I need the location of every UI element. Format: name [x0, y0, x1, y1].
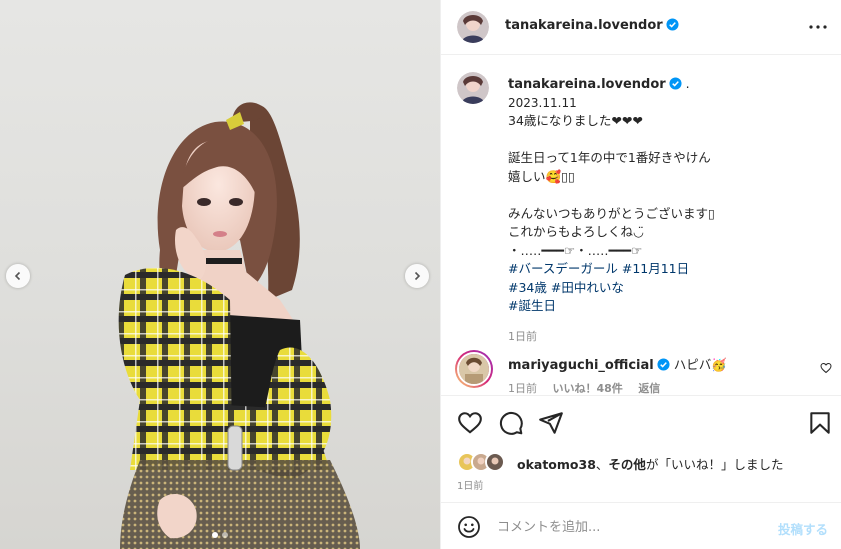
verified-badge-icon — [666, 18, 679, 31]
caption-username[interactable]: tanakareina.lovendor — [508, 77, 666, 92]
caption-line-6: ・‥…━━━☞・‥…━━━☞ — [508, 242, 643, 258]
slide-dot-active — [212, 532, 218, 538]
caption-line-3: 嬉しい🥰▯▯ — [508, 168, 575, 184]
slide-dot — [222, 532, 228, 538]
commenter-username[interactable]: mariyaguchi_official — [508, 358, 654, 373]
hashtag-link[interactable]: #34歳 — [508, 280, 547, 295]
caption-text: tanakareina.lovendor . 2023.11.11 34歳になり… — [508, 75, 808, 346]
heart-icon[interactable] — [457, 410, 483, 436]
liker-username[interactable]: okatomo38 — [517, 457, 596, 472]
hashtag-link[interactable]: #誕生日 — [508, 298, 556, 313]
caption-line-5: これからもよろしくね◡̈ — [508, 224, 644, 239]
comment-icon[interactable] — [498, 410, 524, 436]
commenter-avatar[interactable] — [455, 350, 493, 388]
caption-line-1: 34歳になりました❤︎❤︎❤︎ — [508, 113, 643, 128]
hashtag-link[interactable]: #11月11日 — [622, 261, 689, 276]
hashtag-link[interactable]: #バースデーガール — [508, 261, 618, 276]
bookmark-icon[interactable] — [807, 410, 833, 436]
previous-slide-button[interactable] — [6, 264, 30, 288]
comment-reply-button[interactable]: 返信 — [638, 382, 660, 394]
add-comment-bar: 投稿する — [441, 502, 841, 549]
post-comment-button[interactable]: 投稿する — [778, 519, 828, 538]
post-header: tanakareina.lovendor — [441, 0, 841, 55]
share-icon[interactable] — [538, 410, 564, 436]
chevron-left-icon — [14, 271, 21, 281]
author-avatar[interactable] — [457, 11, 489, 43]
comment-like-count[interactable]: いいね！48件 — [553, 382, 623, 394]
author-username-text[interactable]: tanakareina.lovendor — [505, 18, 663, 33]
emoji-icon[interactable] — [457, 515, 481, 539]
likes-suffix: が「いいね！」しました — [645, 457, 784, 472]
more-horizontal-icon — [809, 25, 827, 29]
chevron-right-icon — [414, 271, 421, 281]
post-detail-panel: tanakareina.lovendor tanakareina.lovendo… — [440, 0, 841, 549]
likes-separator: 、 — [595, 457, 609, 472]
comment-input[interactable] — [497, 515, 757, 539]
likes-summary: okatomo38、その他が「いいね！」しました — [457, 450, 837, 474]
caption-line-2: 誕生日って1年の中で1番好きやけん — [508, 150, 711, 165]
liker-avatars[interactable] — [457, 452, 513, 472]
verified-badge-icon — [669, 77, 682, 90]
post-photo — [118, 102, 360, 549]
caption-line-4: みんないつもありがとうございます▯ — [508, 205, 715, 221]
comment-body: ハピバ🥳 — [673, 357, 727, 372]
comment-like-icon[interactable] — [820, 362, 832, 374]
author-username[interactable]: tanakareina.lovendor — [505, 18, 679, 33]
likes-others-link[interactable]: その他 — [608, 457, 646, 472]
verified-badge-icon — [657, 358, 670, 371]
comments-section[interactable]: tanakareina.lovendor . 2023.11.11 34歳になり… — [441, 56, 841, 394]
post-timestamp[interactable]: 1日前 — [457, 477, 483, 492]
caption-username-suffix: . — [685, 76, 690, 91]
post-media[interactable] — [0, 0, 440, 549]
caption-timestamp[interactable]: 1日前 — [508, 328, 808, 347]
next-slide-button[interactable] — [405, 264, 429, 288]
caption-author-avatar[interactable] — [457, 72, 489, 104]
slide-indicator — [0, 532, 440, 538]
more-options-button[interactable] — [808, 17, 828, 37]
action-bar — [441, 395, 841, 447]
hashtag-link[interactable]: #田中れいな — [551, 280, 624, 295]
caption-date: 2023.11.11 — [508, 95, 577, 110]
comment-timestamp[interactable]: 1日前 — [508, 382, 537, 394]
